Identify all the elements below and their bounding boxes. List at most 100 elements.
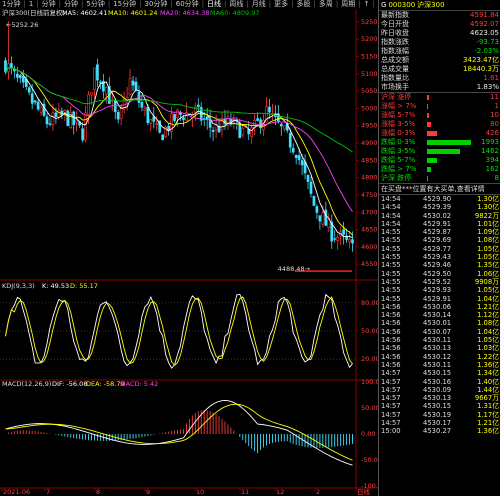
date-label: 9 bbox=[146, 488, 150, 496]
toolbar-item[interactable]: 周线 bbox=[227, 0, 245, 9]
tick-time: 14:57 bbox=[381, 385, 401, 394]
breadth-value: 1993 bbox=[481, 138, 499, 146]
toolbar-item[interactable]: 1 bbox=[27, 0, 35, 9]
toolbar-item[interactable]: 多股 bbox=[294, 0, 312, 9]
candle-body bbox=[99, 81, 102, 84]
toolbar-item[interactable]: 分钟 bbox=[40, 0, 58, 9]
tick-volume: 1.31亿 bbox=[477, 402, 499, 411]
tick-volume: 1.34亿 bbox=[477, 369, 499, 378]
toolbar-item[interactable]: ↑ bbox=[362, 0, 372, 9]
candle-body bbox=[282, 125, 286, 130]
date-label: 日线 bbox=[357, 487, 371, 496]
tick-list[interactable]: 14:54 4529.90 1.30亿 14:54 4529.39 1.30亿 14:54 4… bbox=[379, 195, 500, 436]
candle-body bbox=[173, 114, 176, 121]
tick-row: 14:54 4530.02 9822万 bbox=[379, 212, 500, 220]
quote-value: 4591.84 bbox=[470, 11, 499, 19]
candle-body bbox=[348, 239, 351, 243]
breadth-value: 11 bbox=[490, 93, 499, 101]
breadth-bar bbox=[427, 104, 428, 109]
toolbar-item[interactable]: 1分钟 bbox=[0, 0, 22, 9]
breadth-bar bbox=[427, 140, 471, 145]
candle-body bbox=[312, 195, 316, 206]
tick-price: 4530.13 bbox=[423, 394, 452, 403]
toolbar-item[interactable]: 5分钟 bbox=[84, 0, 106, 9]
tick-row: 14:55 4529.93 1.05亿 bbox=[379, 286, 500, 294]
tick-price: 4530.15 bbox=[423, 402, 452, 411]
toolbar-item[interactable]: 日线 bbox=[205, 0, 223, 9]
candle-body bbox=[268, 106, 271, 113]
tick-time: 14:57 bbox=[381, 369, 401, 378]
candle-body bbox=[30, 93, 34, 104]
breadth-value: 10 bbox=[490, 111, 499, 119]
tick-time: 14:56 bbox=[381, 311, 401, 320]
candle-body bbox=[342, 229, 345, 235]
candle-body bbox=[196, 104, 200, 108]
quote-row: 总成交额 3423.47亿 bbox=[379, 56, 500, 65]
breadth-list: 沪深 涨停 11 涨幅 > 7% 1 涨幅 5-7% 10 涨幅 3-5% 80 涨幅 0-3%… bbox=[379, 92, 500, 183]
toolbar-item[interactable]: 分钟 bbox=[62, 0, 80, 9]
tick-row: 14:57 4530.15 1.31亿 bbox=[379, 402, 500, 410]
breadth-label: 涨幅 5-7% bbox=[381, 111, 416, 119]
candle-body bbox=[10, 63, 13, 68]
breadth-bar bbox=[427, 149, 460, 154]
toolbar-item[interactable]: 更多 bbox=[272, 0, 290, 9]
toolbar-item[interactable]: 60分钟 bbox=[174, 0, 201, 9]
candle-body bbox=[93, 67, 96, 90]
y-tick-label: 5000 bbox=[361, 104, 378, 112]
tick-volume: 1.44亿 bbox=[477, 385, 499, 394]
candle-body bbox=[223, 118, 227, 125]
tick-row: 14:56 4530.12 1.22亿 bbox=[379, 353, 500, 361]
quote-label: 最新指数 bbox=[381, 11, 409, 19]
toolbar-item[interactable]: 周期 bbox=[339, 0, 357, 9]
tick-time: 14:55 bbox=[381, 253, 401, 262]
candle-body bbox=[21, 76, 25, 83]
tick-volume: 1.22亿 bbox=[477, 352, 499, 361]
candle-body bbox=[211, 129, 215, 132]
quote-value: 4623.05 bbox=[470, 29, 499, 37]
chart-area[interactable]: 5250 5200 5150 5100 5050 5000 4950 4900 4850 4800… bbox=[0, 9, 378, 496]
candle-body bbox=[51, 112, 55, 125]
tick-volume: 1.06亿 bbox=[477, 269, 499, 278]
tick-row: 15:00 4530.27 1.36亿 bbox=[379, 427, 500, 435]
candle-body bbox=[119, 107, 123, 120]
macd-dif-label: DIF: -56.08 bbox=[52, 380, 87, 388]
candle-body bbox=[27, 87, 31, 93]
candle-body bbox=[291, 148, 295, 153]
toolbar-item[interactable]: 15分钟 bbox=[111, 0, 138, 9]
tick-row: 14:55 4529.77 1.05亿 bbox=[379, 245, 500, 253]
quote-list: 最新指数 4591.84 今日开盘 4592.07 昨日收盘 4623.05 指数涨跌 -93… bbox=[379, 11, 500, 92]
toolbar-item[interactable]: 月线 bbox=[250, 0, 268, 9]
candle-body bbox=[149, 119, 153, 124]
breadth-value: 394 bbox=[485, 156, 499, 164]
candle-body bbox=[351, 239, 354, 244]
ma20-label: MA20: 4634.38 bbox=[160, 9, 209, 17]
tick-price: 4529.77 bbox=[423, 244, 452, 253]
low-label: 4488.48→ bbox=[278, 265, 311, 273]
candle-body bbox=[113, 100, 117, 112]
quote-label: 指数量比 bbox=[381, 74, 409, 82]
breadth-value: 162 bbox=[485, 165, 499, 173]
high-label: ←5252.26 bbox=[6, 21, 38, 29]
quote-row: 市场换手 1.83% bbox=[379, 83, 500, 92]
toolbar-item[interactable]: 多周 bbox=[317, 0, 335, 9]
tick-price: 4530.09 bbox=[423, 385, 452, 394]
tick-header[interactable]: 在买盘***位置有大买单,查看详情 bbox=[379, 183, 500, 195]
tick-row: 14:56 4530.07 1.04亿 bbox=[379, 328, 500, 336]
candle-body bbox=[48, 123, 52, 125]
tick-time: 14:54 bbox=[381, 203, 401, 212]
toolbar-item[interactable]: 30分钟 bbox=[142, 0, 169, 9]
y-tick-label: 5050 bbox=[361, 87, 378, 95]
candle-body bbox=[90, 92, 93, 96]
y-tick-label: 4900 bbox=[361, 139, 378, 147]
candle-body bbox=[45, 116, 49, 125]
quote-value: 1.83% bbox=[476, 83, 499, 91]
candle-body bbox=[315, 206, 319, 213]
period-toolbar: 1分钟 | 1 | 分钟 | 分钟 | 5分钟 | 15分钟 | 30分钟 | 60分钟 | 日线 | 周线 | 月线 |… bbox=[0, 0, 376, 9]
candle-body bbox=[176, 109, 179, 118]
ma10-label: MA10: 4601.24 bbox=[108, 9, 157, 17]
quote-row: 最新指数 4591.84 bbox=[379, 11, 500, 20]
breadth-row: 跌幅 5-7% 394 bbox=[379, 156, 500, 165]
tick-time: 14:56 bbox=[381, 352, 401, 361]
breadth-row: 沪深 涨停 11 bbox=[379, 93, 500, 102]
group-badge: G bbox=[381, 1, 387, 9]
